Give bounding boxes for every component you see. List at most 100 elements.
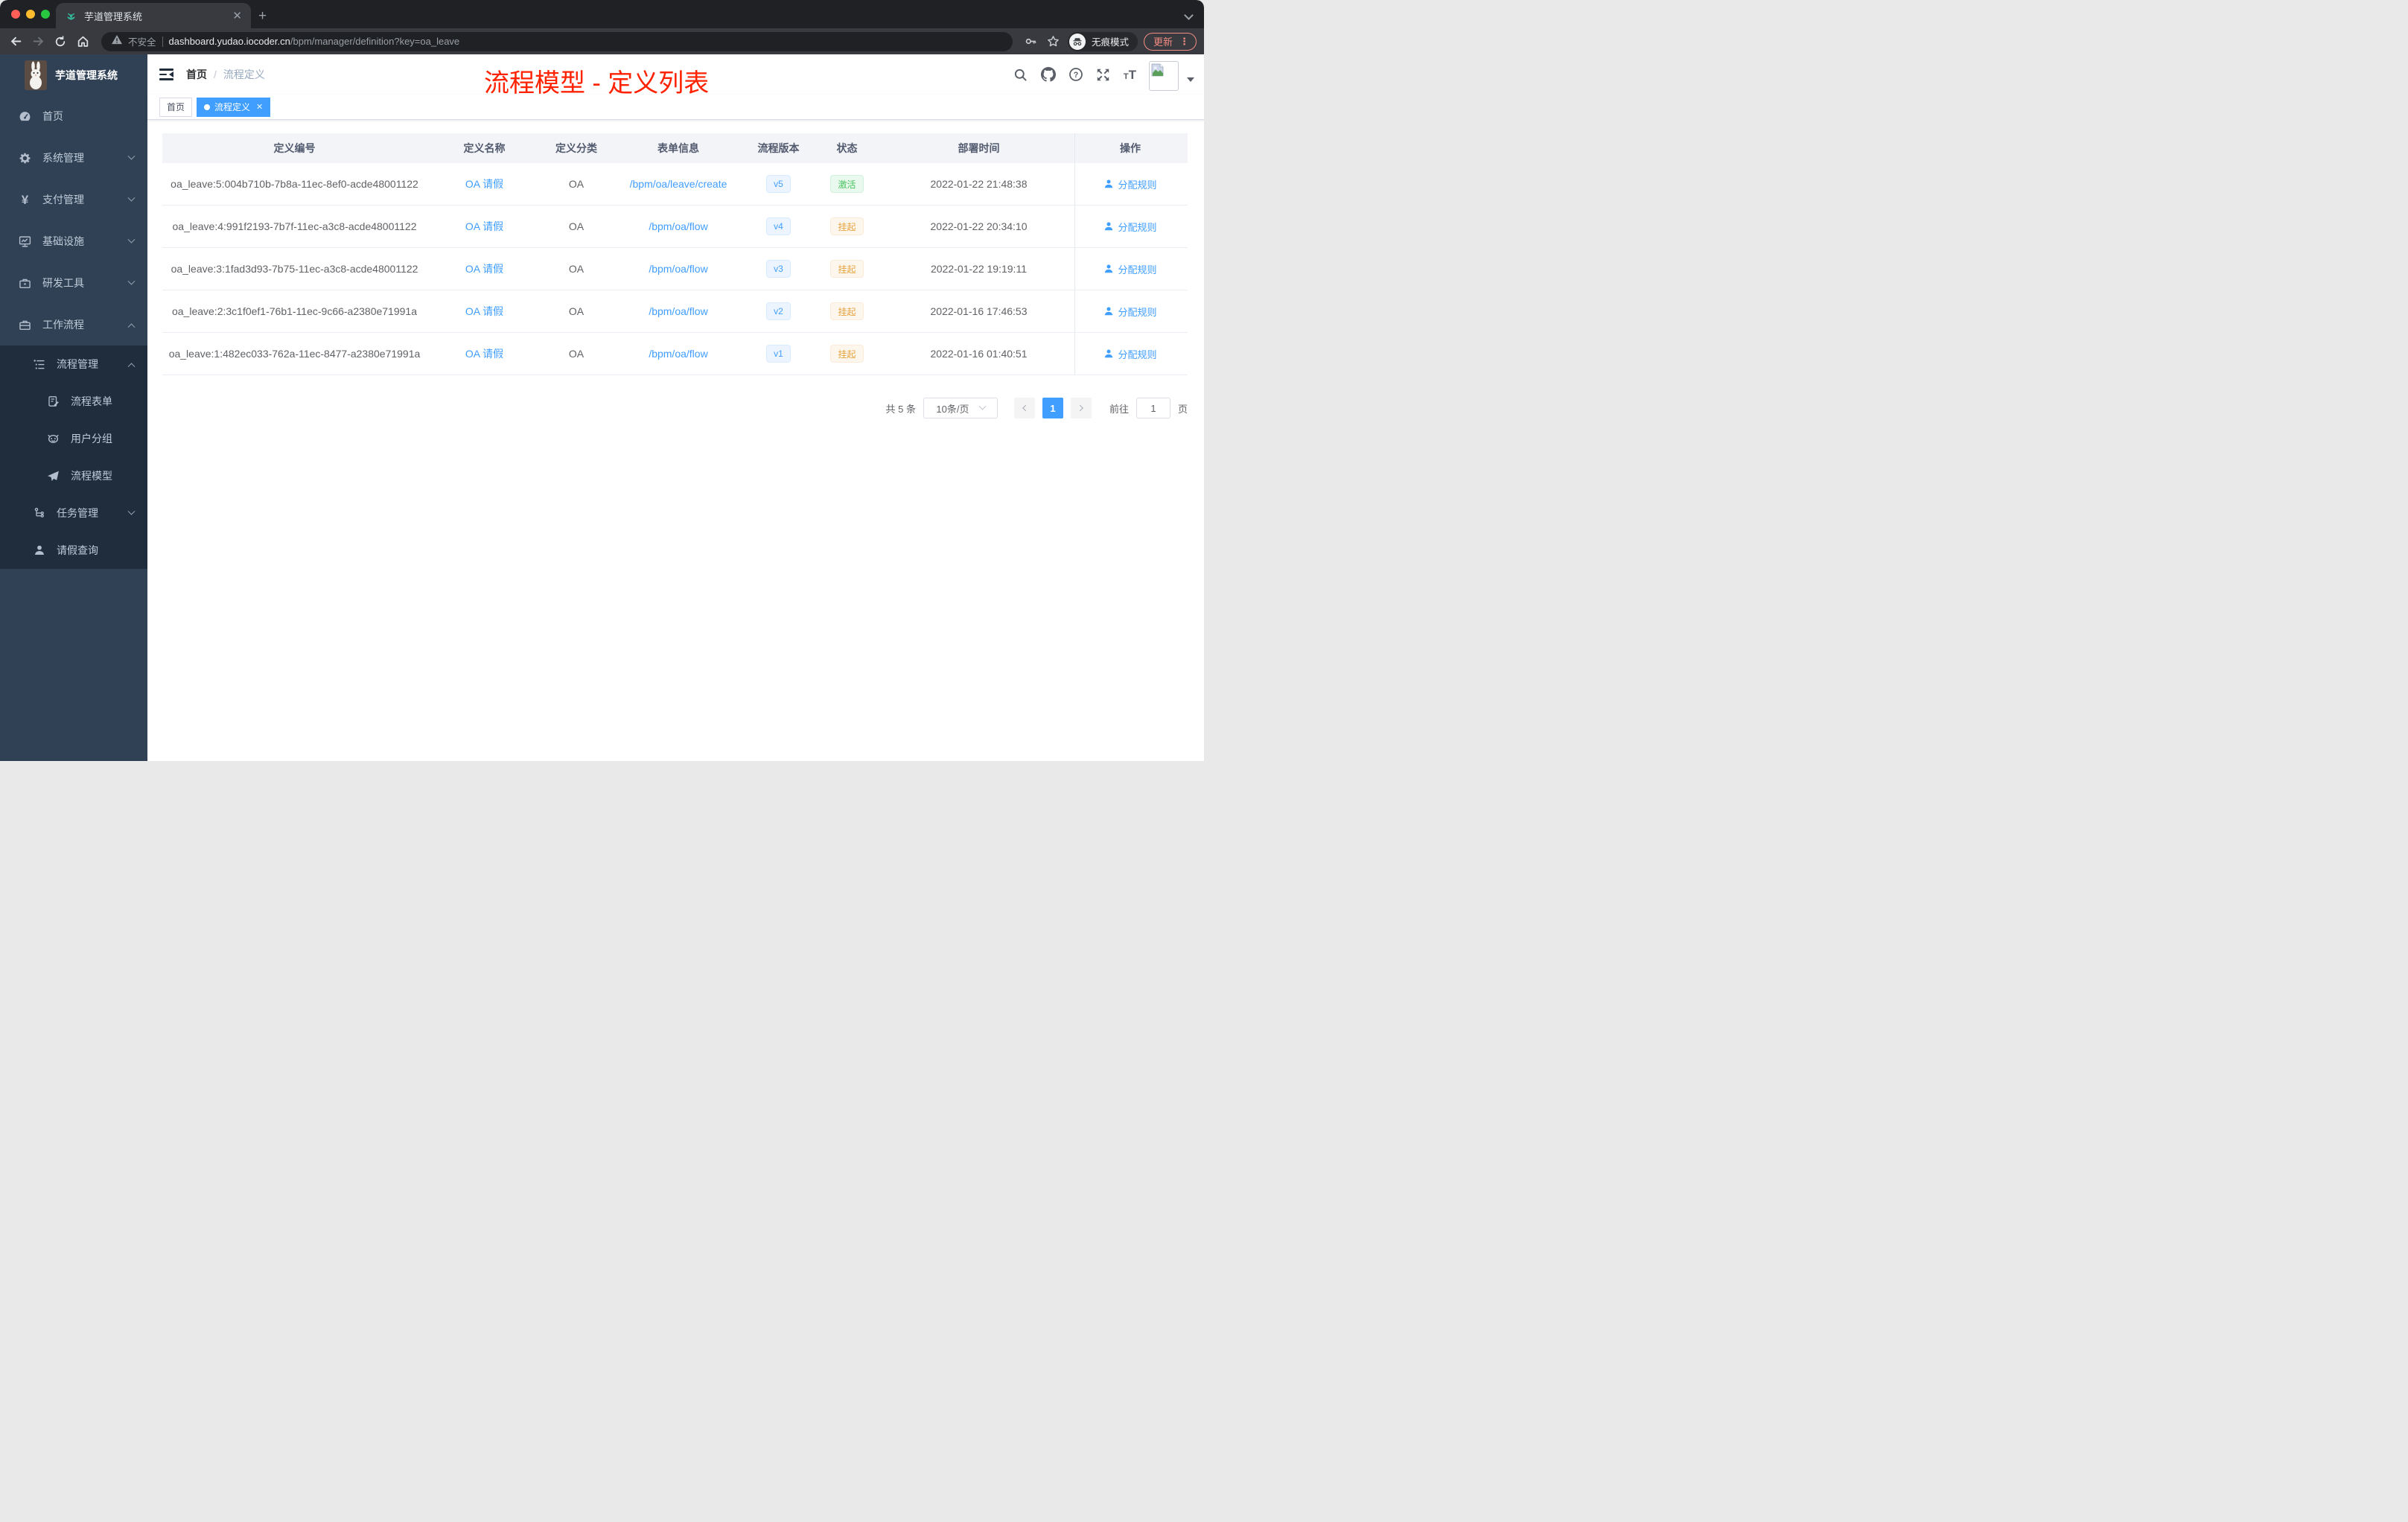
form-link[interactable]: /bpm/oa/flow — [649, 305, 707, 317]
window-controls — [11, 10, 50, 19]
avatar-broken-image[interactable] — [1149, 61, 1179, 91]
sidebar-item-process-management[interactable]: 流程管理 — [0, 346, 147, 383]
sidebar-item-payment[interactable]: ¥ 支付管理 — [0, 179, 147, 220]
sidebar-item-label: 研发工具 — [42, 277, 84, 289]
status-tag: 挂起 — [830, 302, 864, 320]
font-size-icon[interactable]: TT — [1124, 69, 1136, 81]
minimize-window-button[interactable] — [26, 10, 35, 19]
action-label: 分配规则 — [1118, 221, 1157, 233]
sidebar-item-leave-query[interactable]: 请假查询 — [0, 532, 147, 569]
sidebar-item-task-management[interactable]: 任务管理 — [0, 494, 147, 532]
definition-name-link[interactable]: OA 请假 — [465, 346, 503, 361]
address-bar[interactable]: 不安全 dashboard.yudao.iocoder.cn/bpm/manag… — [101, 31, 1013, 51]
browser-tab[interactable]: 芋道管理系统 ✕ — [56, 3, 251, 28]
form-link[interactable]: /bpm/oa/leave/create — [630, 178, 727, 190]
page-unit-label: 页 — [1177, 403, 1188, 415]
search-icon[interactable] — [1013, 67, 1028, 82]
close-window-button[interactable] — [11, 10, 20, 19]
sidebar-item-infrastructure[interactable]: 基础设施 — [0, 220, 147, 262]
url-path: /bpm/manager/definition?key=oa_leave — [290, 36, 460, 47]
goto-page-input[interactable] — [1135, 398, 1170, 418]
tab-title: 芋道管理系统 — [84, 10, 143, 22]
chevron-down-icon — [127, 235, 136, 243]
password-key-icon[interactable] — [1023, 34, 1039, 50]
tab-close-icon[interactable]: ✕ — [231, 10, 243, 22]
reload-icon[interactable] — [52, 34, 69, 50]
sidebar-item-dev-tools[interactable]: 研发工具 — [0, 262, 147, 304]
back-icon[interactable] — [7, 34, 24, 50]
cell-deploy-time: 2022-01-16 01:40:51 — [930, 348, 1028, 360]
definition-name-link[interactable]: OA 请假 — [465, 304, 503, 319]
user-icon — [1105, 307, 1113, 316]
update-label: 更新 — [1153, 36, 1173, 48]
logo-rabbit-image — [25, 60, 47, 90]
home-icon[interactable] — [74, 34, 91, 50]
cell-category: OA — [568, 348, 585, 360]
definition-name-link[interactable]: OA 请假 — [465, 176, 503, 191]
help-icon[interactable]: ? — [1068, 67, 1083, 82]
tag-process-definition[interactable]: 流程定义 ✕ — [197, 97, 271, 117]
next-page-button[interactable] — [1070, 398, 1092, 418]
definition-name-link[interactable]: OA 请假 — [465, 219, 503, 234]
gear-icon — [19, 152, 31, 165]
url-separator — [162, 36, 163, 47]
sidebar-item-workflow[interactable]: 工作流程 — [0, 304, 147, 346]
new-tab-button[interactable]: + — [258, 9, 267, 23]
definition-table: 定义编号 定义名称 定义分类 表单信息 流程版本 状态 部署时间 操作 oa_l… — [162, 133, 1188, 375]
sidebar-item-user-group[interactable]: 用户分组 — [0, 420, 147, 457]
page-size-select[interactable]: 10条/页 — [923, 398, 998, 418]
not-secure-label: 不安全 — [128, 37, 156, 48]
version-tag: v4 — [766, 217, 791, 235]
sidebar-item-system[interactable]: 系统管理 — [0, 137, 147, 179]
main-area: 流程模型 - 定义列表 首页 / 流程定义 ? T T 首页 流程定义 ✕ 定义… — [147, 54, 1204, 761]
page-size-value: 10条/页 — [936, 403, 969, 415]
pagination: 共 5 条 10条/页 1 前往 页 — [162, 398, 1188, 418]
form-link[interactable]: /bpm/oa/flow — [649, 348, 707, 360]
sidebar-item-process-form[interactable]: 流程表单 — [0, 383, 147, 420]
tab-search-chevron-icon[interactable] — [1184, 10, 1194, 20]
sidebar-item-label: 首页 — [42, 110, 63, 122]
form-link[interactable]: /bpm/oa/flow — [649, 263, 707, 275]
browser-update-button[interactable]: 更新 ⋮ — [1143, 32, 1197, 51]
app-title: 芋道管理系统 — [55, 69, 118, 81]
breadcrumb-current: 流程定义 — [223, 69, 265, 80]
fullscreen-icon[interactable] — [1096, 67, 1111, 82]
breadcrumb-home-link[interactable]: 首页 — [186, 67, 207, 82]
assign-rule-link[interactable]: 分配规则 — [1103, 177, 1157, 191]
sidebar-item-home[interactable]: 首页 — [0, 95, 147, 137]
sidebar-item-label: 支付管理 — [42, 194, 84, 206]
tag-label: 首页 — [167, 102, 185, 112]
assign-rule-link[interactable]: 分配规则 — [1103, 220, 1157, 234]
column-header: 流程版本 — [757, 142, 800, 154]
prev-page-button[interactable] — [1013, 398, 1035, 418]
sidebar-logo[interactable]: 芋道管理系统 — [0, 54, 147, 95]
browser-menu-dots-icon[interactable]: ⋮ — [1179, 36, 1189, 46]
forward-icon[interactable] — [30, 34, 46, 50]
url-text: dashboard.yudao.iocoder.cn/bpm/manager/d… — [169, 36, 460, 47]
assign-rule-link[interactable]: 分配规则 — [1103, 305, 1157, 319]
action-label: 分配规则 — [1118, 179, 1157, 191]
form-link[interactable]: /bpm/oa/flow — [649, 220, 707, 232]
avatar-caret-icon[interactable] — [1187, 77, 1194, 82]
chevron-right-icon — [1077, 404, 1083, 412]
definition-name-link[interactable]: OA 请假 — [465, 261, 503, 276]
action-label: 分配规则 — [1118, 348, 1157, 360]
current-page-button[interactable]: 1 — [1042, 398, 1063, 418]
assign-rule-link[interactable]: 分配规则 — [1103, 347, 1157, 361]
zoom-window-button[interactable] — [41, 10, 50, 19]
github-icon[interactable] — [1040, 67, 1056, 82]
user-icon — [1105, 264, 1113, 273]
table-row: oa_leave:4:991f2193-7b7f-11ec-a3c8-acde4… — [162, 206, 1188, 248]
chevron-up-icon — [127, 362, 136, 370]
sidebar-collapse-icon[interactable] — [159, 69, 173, 80]
assign-rule-link[interactable]: 分配规则 — [1103, 262, 1157, 276]
chevron-left-icon — [1022, 404, 1029, 412]
sidebar-item-process-model[interactable]: 流程模型 — [0, 457, 147, 494]
tag-close-icon[interactable]: ✕ — [255, 102, 263, 112]
sidebar-item-label: 基础设施 — [42, 235, 84, 247]
bookmark-star-icon[interactable] — [1045, 34, 1062, 50]
cell-definition-id: oa_leave:2:3c1f0ef1-76b1-11ec-9c66-a2380… — [171, 305, 417, 317]
tag-home[interactable]: 首页 — [159, 97, 193, 117]
monitor-icon — [19, 235, 31, 248]
sidebar-item-label: 任务管理 — [57, 507, 98, 519]
